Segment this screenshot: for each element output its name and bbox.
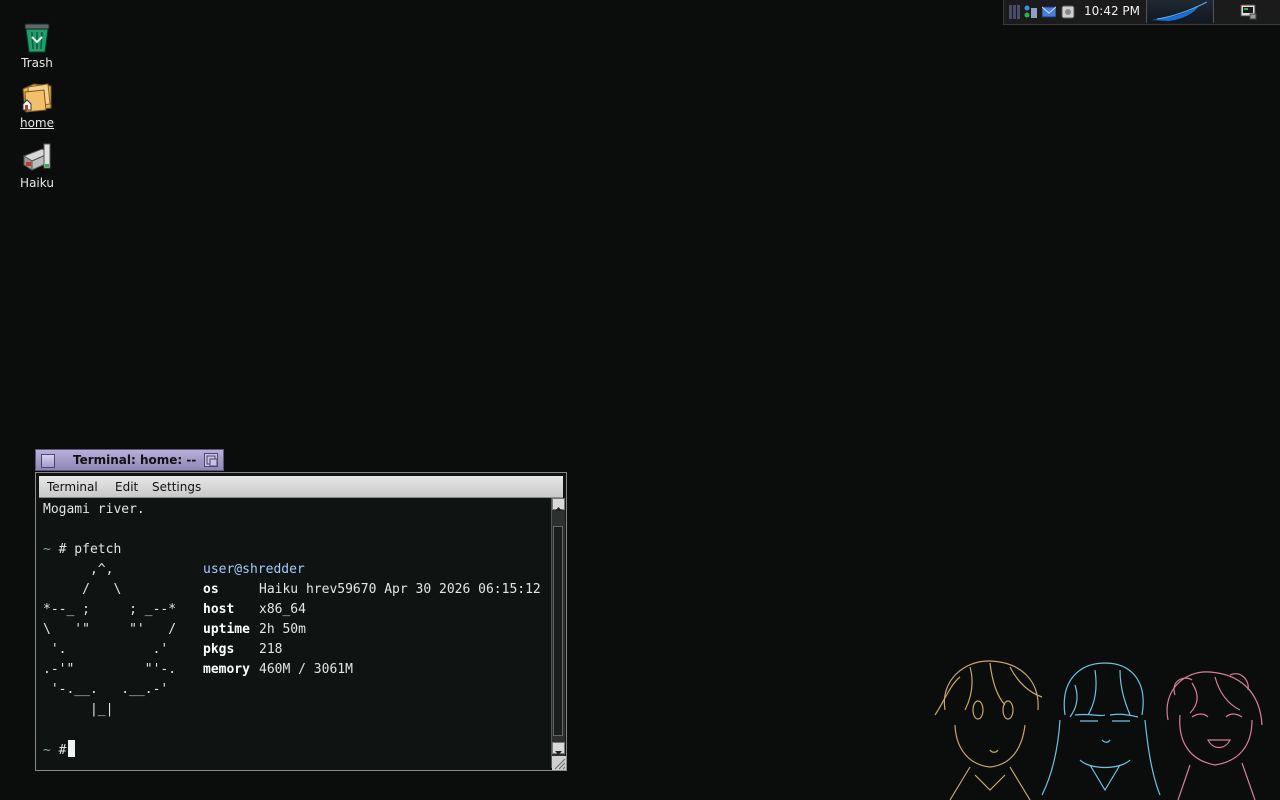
- info-value-os: Haiku hrev59670 Apr 30 2026 06:15:12: [259, 582, 541, 597]
- terminal-app-icon: [1240, 4, 1257, 20]
- ascii-art-line: '. .': [43, 642, 169, 657]
- user-host: user@shredder: [203, 562, 305, 577]
- text-cursor: [68, 740, 76, 757]
- workspace-switcher[interactable]: [1214, 0, 1280, 23]
- haiku-leaf-icon: [1151, 1, 1208, 21]
- ascii-art-line: |_|: [43, 702, 114, 717]
- prompt-line: ~ # pfetch: [43, 540, 121, 560]
- command-text: # pfetch: [50, 542, 122, 557]
- deskbar: 10:42 PM: [1003, 0, 1280, 25]
- close-button[interactable]: [41, 454, 55, 468]
- window-title: Terminal: home: --: [73, 453, 197, 467]
- scroll-up-arrow[interactable]: [552, 498, 565, 511]
- ascii-art-line: / \: [43, 582, 122, 597]
- terminal-window-tab[interactable]: Terminal: home: --: [35, 449, 224, 471]
- vertical-scrollbar[interactable]: [551, 498, 565, 768]
- system-tray: 10:42 PM: [1004, 0, 1144, 23]
- menu-terminal[interactable]: Terminal: [47, 480, 98, 494]
- chevron-up-icon: [555, 507, 562, 511]
- menu-edit[interactable]: Edit: [115, 480, 138, 494]
- terminal-view[interactable]: Mogami river. ~ # pfetch ,^, / \ *--_ ; …: [39, 498, 551, 768]
- scroll-down-arrow[interactable]: [552, 742, 565, 755]
- prompt-hash: #: [50, 743, 67, 758]
- home-folder-icon: [22, 83, 52, 113]
- desktop-icon-home[interactable]: home: [10, 80, 64, 130]
- scroll-thumb[interactable]: [553, 526, 563, 736]
- trash-icon: [24, 23, 50, 53]
- haiku-label: Haiku: [20, 176, 54, 190]
- terminal-window: Terminal Edit Settings Mogami river. ~ #…: [35, 472, 567, 771]
- clock[interactable]: 10:42 PM: [1084, 4, 1140, 18]
- info-value-host: x86_64: [259, 602, 306, 617]
- ascii-art-line: ,^,: [43, 562, 114, 577]
- info-label-os: os: [203, 582, 219, 597]
- info-label-pkgs: pkgs: [203, 642, 235, 657]
- prompt-symbol: ~: [43, 542, 51, 557]
- network-icon[interactable]: [1023, 4, 1031, 20]
- info-label-uptime: uptime: [203, 622, 250, 637]
- haiku-disk-icon: [22, 143, 52, 171]
- cpu-monitor-icon[interactable]: [1009, 4, 1023, 20]
- info-label-host: host: [203, 602, 235, 617]
- menu-settings[interactable]: Settings: [152, 480, 201, 494]
- ascii-art-line: *--_ ; ; _--*: [43, 602, 177, 617]
- desktop-icon-haiku[interactable]: Haiku: [10, 140, 64, 190]
- info-value-uptime: 2h 50m: [259, 622, 306, 637]
- drive-icon[interactable]: [1061, 5, 1075, 19]
- info-value-pkgs: 218: [259, 642, 283, 657]
- resize-handle[interactable]: [552, 756, 566, 770]
- ascii-art-line: '-.__. .__.-': [43, 682, 169, 697]
- ascii-art-line: \ '" "' /: [43, 622, 177, 637]
- ascii-art-line: .-'" "'-.: [43, 662, 177, 677]
- mail-icon[interactable]: [1042, 6, 1056, 18]
- prompt-line: ~ #: [43, 740, 76, 760]
- home-label: home: [19, 116, 55, 130]
- output-line: Mogami river.: [43, 502, 145, 517]
- deskbar-menu-button[interactable]: [1146, 0, 1214, 23]
- menu-bar: Terminal Edit Settings: [39, 476, 563, 498]
- info-label-memory: memory: [203, 662, 250, 677]
- wallpaper-character-sketch: [934, 660, 1263, 800]
- power-icon[interactable]: [1031, 6, 1037, 18]
- desktop-icon-trash[interactable]: Trash: [10, 20, 64, 70]
- info-value-memory: 460M / 3061M: [259, 662, 353, 677]
- zoom-button[interactable]: [204, 453, 218, 467]
- prompt-symbol: ~: [43, 743, 51, 758]
- trash-label: Trash: [21, 56, 53, 70]
